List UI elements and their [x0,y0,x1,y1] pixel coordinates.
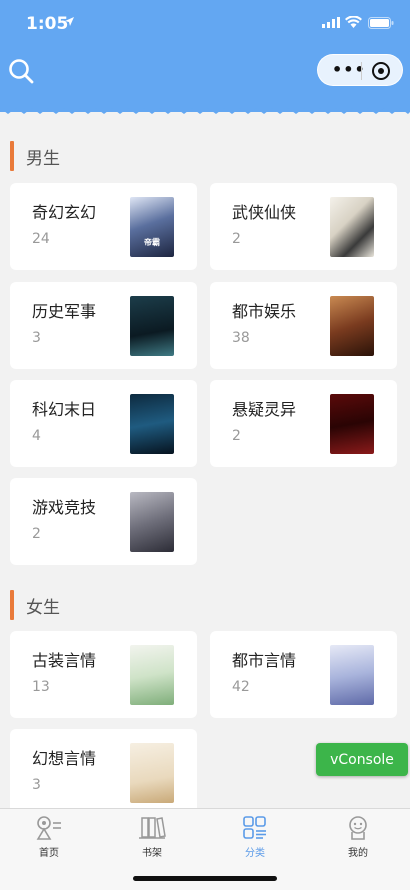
category-count: 2 [232,428,241,444]
category-card-ancient-romance[interactable]: 古装言情 13 [10,631,197,718]
section-title: 男生 [26,148,60,169]
mini-program-capsule: ••• [317,54,403,86]
category-count: 3 [32,777,41,793]
close-miniprogram-icon[interactable] [372,62,390,80]
tab-bookshelf[interactable]: 书架 [122,815,182,863]
category-name: 都市言情 [232,651,297,670]
book-cover [330,645,374,705]
cellular-signal-icon [322,17,340,28]
capsule-divider [361,62,362,80]
category-name: 幻想言情 [32,749,97,768]
book-cover [130,645,174,705]
category-card-fantasy-romance[interactable]: 幻想言情 3 [10,729,197,816]
book-cover [330,296,374,356]
category-card-history[interactable]: 历史军事 3 [10,282,197,369]
section-title: 女生 [26,597,60,618]
book-cover [130,492,174,552]
category-count: 42 [232,679,250,695]
category-name: 奇幻玄幻 [32,203,97,222]
category-count: 2 [32,526,41,542]
tab-label: 分类 [245,848,265,859]
section-header-female: 女生 [10,589,60,621]
tab-category[interactable]: 分类 [225,815,285,863]
category-count: 38 [232,330,250,346]
battery-icon [368,17,394,29]
section-accent-bar [10,590,14,620]
header-bar: 1:05 ••• [0,0,410,112]
tab-label: 我的 [348,848,368,859]
tab-label: 书架 [142,848,162,859]
category-name: 科幻末日 [32,400,97,419]
category-count: 3 [32,330,41,346]
category-name: 都市娱乐 [232,302,297,321]
status-bar: 1:05 [0,0,410,44]
book-cover [330,394,374,454]
book-cover: 帝霸 [130,197,174,257]
category-card-wuxia[interactable]: 武侠仙侠 2 [210,183,397,270]
category-count: 24 [32,231,50,247]
book-cover [130,296,174,356]
vconsole-button[interactable]: vConsole [316,743,408,776]
book-cover [130,743,174,803]
tab-home[interactable]: 首页 [19,815,79,863]
home-indicator[interactable] [133,876,277,881]
category-count: 13 [32,679,50,695]
category-card-mystery[interactable]: 悬疑灵异 2 [210,380,397,467]
category-count: 4 [32,428,41,444]
wifi-icon [345,16,362,28]
search-icon[interactable] [8,58,34,84]
profile-icon [349,816,367,840]
app-root: 1:05 ••• 男生 奇幻玄幻 24 帝霸 武侠仙侠 2 历史军事 3 都市娱… [0,0,410,890]
category-card-urban[interactable]: 都市娱乐 38 [210,282,397,369]
book-cover-title: 帝霸 [144,238,160,247]
category-card-scifi[interactable]: 科幻末日 4 [10,380,197,467]
bookshelf-icon [139,817,166,839]
book-cover [330,197,374,257]
category-icon [243,816,266,839]
location-arrow-icon [65,17,74,26]
category-name: 古装言情 [32,651,97,670]
category-card-urban-romance[interactable]: 都市言情 42 [210,631,397,718]
category-name: 悬疑灵异 [232,400,297,419]
status-time: 1:05 [26,14,69,34]
category-card-gaming[interactable]: 游戏竞技 2 [10,478,197,565]
category-card-fantasy[interactable]: 奇幻玄幻 24 帝霸 [10,183,197,270]
tab-profile[interactable]: 我的 [328,815,388,863]
category-name: 武侠仙侠 [232,203,297,222]
category-name: 游戏竞技 [32,498,97,517]
section-header-male: 男生 [10,140,60,172]
category-name: 历史军事 [32,302,97,321]
header-zigzag-edge [0,102,410,114]
category-count: 2 [232,231,241,247]
home-icon [36,816,61,840]
tab-label: 首页 [39,848,59,859]
section-accent-bar [10,141,14,171]
book-cover [130,394,174,454]
